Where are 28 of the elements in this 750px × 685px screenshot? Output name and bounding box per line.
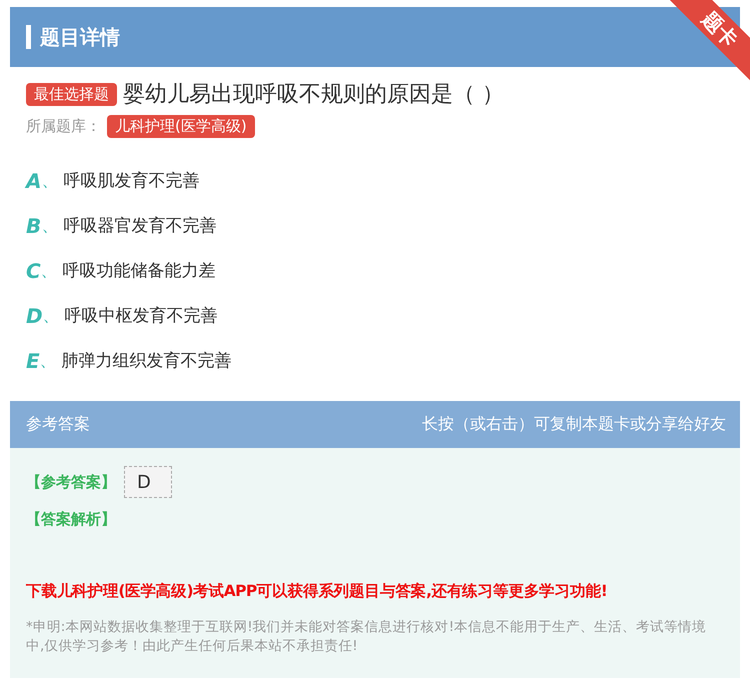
- option-text: 呼吸功能储备能力差: [62, 260, 216, 282]
- option-text: 呼吸肌发育不完善: [63, 170, 200, 192]
- option-separator: 、: [41, 170, 60, 192]
- question-text: 婴幼儿易出现呼吸不规则的原因是（ ）: [123, 81, 504, 109]
- option-letter: C: [26, 258, 41, 282]
- option-separator: 、: [42, 305, 61, 327]
- share-hint: 长按（或右击）可复制本题卡或分享给好友: [422, 414, 726, 435]
- option-text: 肺弹力组织发育不完善: [62, 350, 232, 372]
- analysis-label: 【答案解析】: [26, 510, 116, 529]
- question-type-badge: 最佳选择题: [26, 82, 117, 106]
- option-separator: 、: [41, 215, 60, 237]
- option-letter: A: [26, 168, 42, 192]
- header-marker: [26, 25, 31, 49]
- option-letter: B: [26, 214, 42, 238]
- option-text: 呼吸中枢发育不完善: [64, 305, 218, 327]
- option-separator: 、: [40, 260, 59, 282]
- bank-label: 所属题库：: [26, 117, 101, 136]
- promo-text: 下载儿科护理(医学高级)考试APP可以获得系列题目与答案,还有练习等更多学习功能!: [26, 581, 608, 602]
- disclaimer-text: *申明:本网站数据收集整理于互联网!我们并未能对答案信息进行核对!本信息不能用于生产、生活、考试等情境中,仅供学习参考！由此产生任何后果本站不承担责任!: [26, 618, 708, 656]
- option-letter: D: [26, 304, 43, 328]
- page-title: 题目详情: [40, 24, 120, 50]
- option-text: 呼吸器官发育不完善: [63, 215, 216, 237]
- answer-image: D: [124, 466, 172, 498]
- option-letter: E: [26, 348, 40, 372]
- bank-badge[interactable]: 儿科护理(医学高级): [107, 115, 255, 138]
- option-separator: 、: [40, 350, 58, 372]
- section-title: 参考答案: [26, 414, 90, 435]
- answer-label: 【参考答案】: [26, 472, 116, 492]
